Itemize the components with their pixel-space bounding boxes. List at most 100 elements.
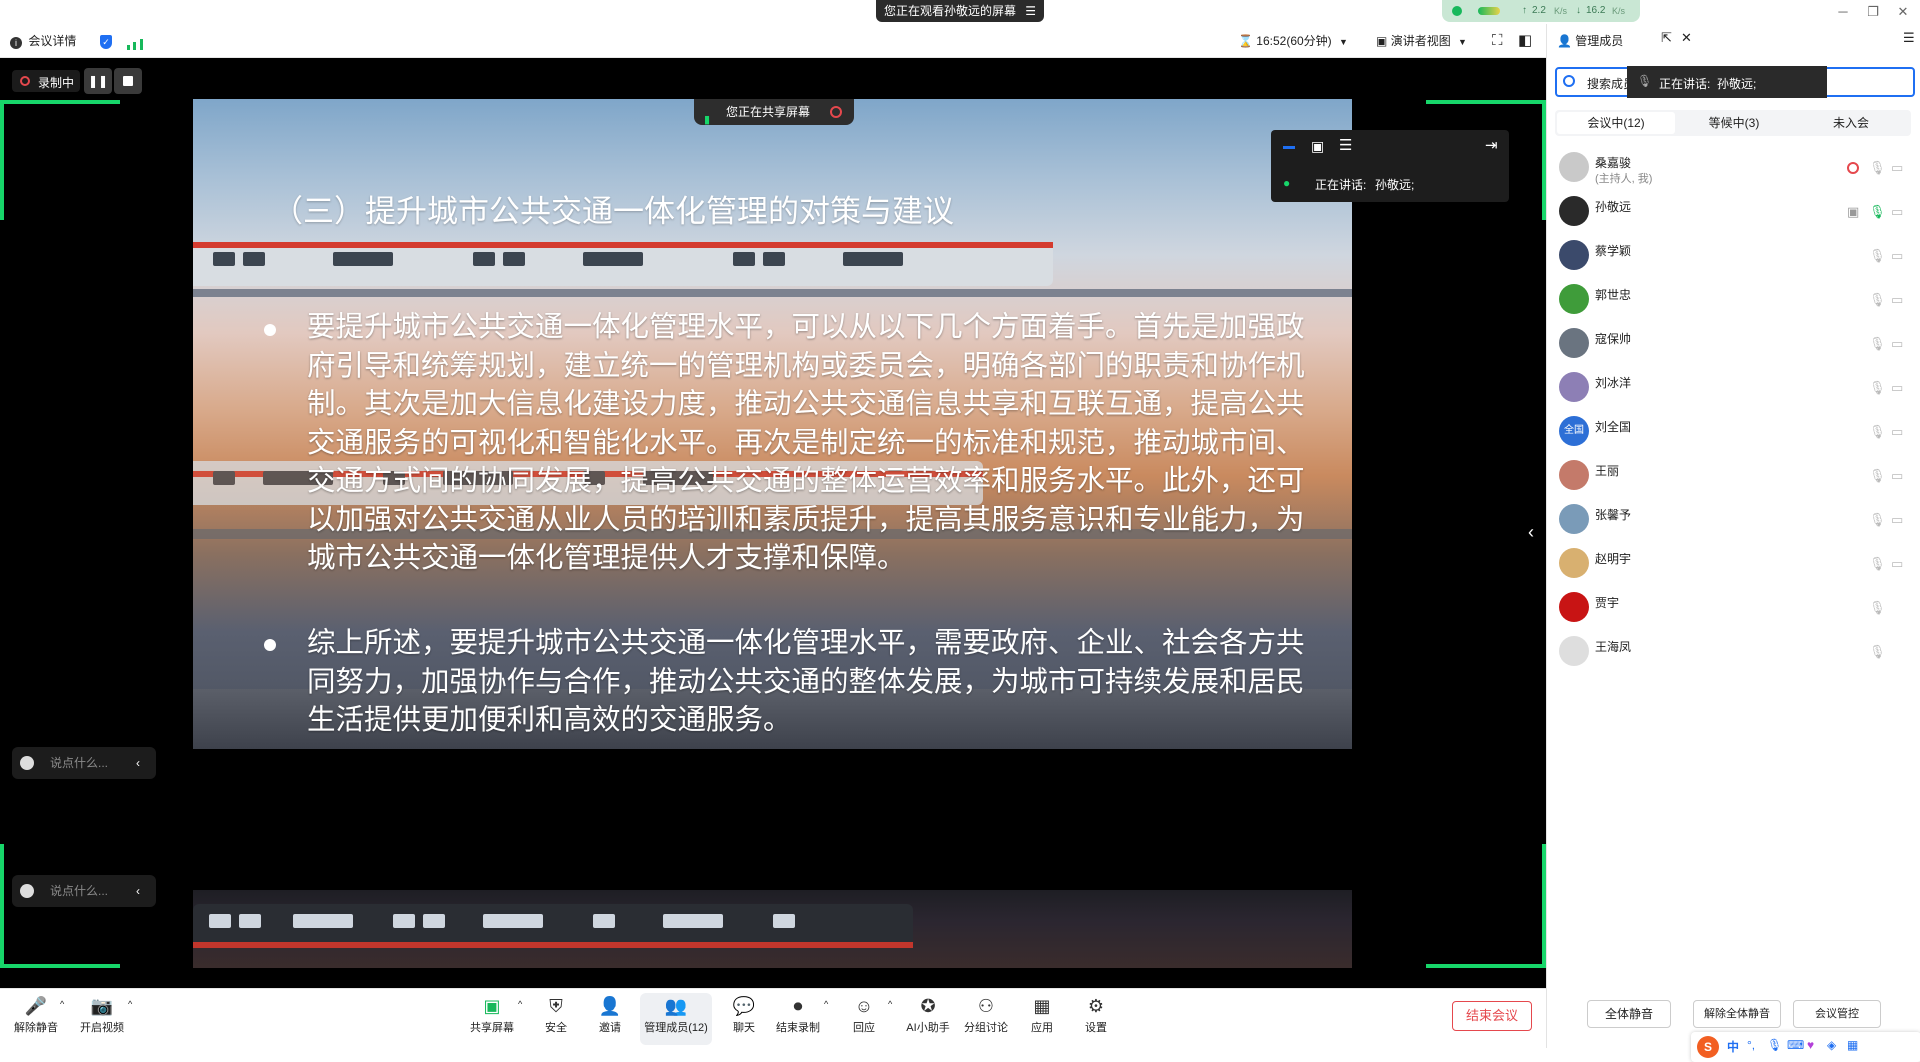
camera-off-icon[interactable]: ▭ <box>1891 249 1903 263</box>
mic-muted-icon[interactable]: 🎙 <box>1869 645 1886 659</box>
chat-button[interactable]: 💬 聊天 <box>716 993 772 1045</box>
screen-share-indicator[interactable]: ▮ 您正在共享屏幕 <box>694 99 854 126</box>
reactions-button[interactable]: ☺ 回应 <box>836 993 892 1045</box>
mic-off-icon: 🎤 <box>24 996 48 1016</box>
member-row[interactable]: 全国 刘全国 🎙 ▭ <box>1547 410 1920 454</box>
ime-toolbar[interactable]: S 中 °, 🎙 ⌨ ♥ ◈ ▦ <box>1691 1032 1920 1062</box>
signal-strength-icon[interactable] <box>127 32 143 50</box>
floating-speaker-window[interactable]: ▣ ☰ ⇥ ● 正在讲话: 孙敬远; <box>1271 130 1509 202</box>
camera-off-icon[interactable]: ▭ <box>1891 161 1903 175</box>
member-row[interactable]: 张馨予 🎙 ▭ <box>1547 498 1920 542</box>
tab-in-meeting[interactable]: 会议中(12) <box>1557 112 1675 134</box>
mic-muted-icon[interactable]: 🎙 <box>1869 249 1886 263</box>
stop-share-icon[interactable] <box>830 106 842 118</box>
minimize-icon[interactable] <box>1283 146 1295 149</box>
member-row[interactable]: 桑嘉骏 (主持人, 我) 🎙 ▭ <box>1547 146 1920 190</box>
member-row[interactable]: 孙敬远 🎙 ▭ ▣ <box>1547 190 1920 234</box>
mic-muted-icon[interactable]: 🎙 <box>1869 601 1886 615</box>
tab-waiting[interactable]: 等候中(3) <box>1675 112 1793 134</box>
ai-assistant-button[interactable]: ✪ AI小助手 <box>900 993 956 1045</box>
chevron-left-icon[interactable]: ‹ <box>1528 522 1534 543</box>
tab-not-joined[interactable]: 未入会 <box>1793 112 1909 134</box>
settings-button[interactable]: ⚙ 设置 <box>1068 993 1124 1045</box>
mic-muted-icon[interactable]: 🎙 <box>1869 205 1886 219</box>
chevron-left-icon[interactable]: ‹ <box>136 875 140 907</box>
member-row[interactable]: 王丽 🎙 ▭ <box>1547 454 1920 498</box>
breakout-button[interactable]: ⚇ 分组讨论 <box>958 993 1014 1045</box>
unmute-all-button[interactable]: 解除全体静音 <box>1693 1000 1781 1028</box>
reactions-label: 回应 <box>853 1022 875 1034</box>
chevron-up-icon[interactable]: ^ <box>888 999 892 1009</box>
meeting-info-button[interactable]: i 会议详情 <box>10 32 76 50</box>
menu-icon[interactable]: ☰ <box>1903 30 1915 46</box>
mic-muted-icon[interactable]: 🎙 <box>1869 293 1886 307</box>
end-recording-button[interactable]: ⏺ 结束录制 <box>770 993 826 1045</box>
mic-muted-icon[interactable]: 🎙 <box>1869 337 1886 351</box>
sidebar-toggle-icon[interactable]: ◧ <box>1518 32 1532 50</box>
stop-recording-button[interactable] <box>114 68 142 94</box>
unmute-button[interactable]: 🎤 解除静音 <box>8 993 64 1045</box>
meeting-timer[interactable]: ⌛ 16:52(60分钟) ▼ <box>1238 32 1348 50</box>
chat-input-bubble[interactable]: 说点什么... ‹ <box>12 875 156 907</box>
window-icon[interactable]: ▣ <box>1311 138 1324 155</box>
mute-all-button[interactable]: 全体静音 <box>1587 1000 1671 1028</box>
shield-icon[interactable]: ✓ <box>100 32 112 50</box>
camera-off-icon[interactable]: ▭ <box>1891 381 1903 395</box>
viewing-screen-notice[interactable]: 您正在观看孙敬远的屏幕 ☰ <box>876 0 1044 22</box>
pop-out-icon[interactable]: ⇱ <box>1661 30 1672 46</box>
reaction-icon: ☺ <box>854 996 874 1016</box>
end-meeting-button[interactable]: 结束会议 <box>1452 1001 1532 1031</box>
chevron-up-icon[interactable]: ^ <box>60 999 64 1009</box>
camera-off-icon[interactable]: ▭ <box>1891 557 1903 571</box>
chat-input-bubble[interactable]: 说点什么... ‹ <box>12 747 156 779</box>
member-row[interactable]: 刘冰洋 🎙 ▭ <box>1547 366 1920 410</box>
camera-off-icon[interactable]: ▭ <box>1891 469 1903 483</box>
manage-members-button[interactable]: 👥 管理成员(12) <box>640 993 712 1045</box>
minimize-button[interactable]: ─ <box>1828 0 1858 24</box>
mic-icon: ● <box>1283 176 1291 190</box>
chevron-up-icon[interactable]: ^ <box>824 999 828 1009</box>
chevron-up-icon[interactable]: ^ <box>128 999 132 1009</box>
camera-off-icon[interactable]: ▭ <box>1891 293 1903 307</box>
member-row[interactable]: 郭世忠 🎙 ▭ <box>1547 278 1920 322</box>
member-row[interactable]: 寇保帅 🎙 ▭ <box>1547 322 1920 366</box>
camera-off-icon[interactable]: ▭ <box>1891 513 1903 527</box>
bullet-icon <box>264 324 276 336</box>
mic-muted-icon[interactable]: 🎙 <box>1869 381 1886 395</box>
mic-muted-icon[interactable]: 🎙 <box>1869 557 1886 571</box>
chevron-down-icon: ▼ <box>1339 37 1348 47</box>
member-row[interactable]: 贾宇 🎙 <box>1547 586 1920 630</box>
mic-muted-icon[interactable]: 🎙 <box>1869 469 1886 483</box>
meeting-control-dropdown[interactable]: 会议管控 <box>1793 1000 1881 1028</box>
avatar <box>1559 504 1589 534</box>
ime-game-icon: ◈ <box>1827 1038 1837 1052</box>
chevron-left-icon[interactable]: ‹ <box>136 747 140 779</box>
mic-muted-icon[interactable]: 🎙 <box>1869 513 1886 527</box>
invite-button[interactable]: 👤 邀请 <box>582 993 638 1045</box>
close-window-button[interactable]: ✕ <box>1888 0 1918 24</box>
camera-off-icon[interactable]: ▭ <box>1891 205 1903 219</box>
view-mode-dropdown[interactable]: ▣ 演讲者视图 ▼ <box>1376 32 1467 50</box>
fullscreen-icon[interactable]: ⛶ <box>1492 32 1503 50</box>
share-screen-button[interactable]: ▣ 共享屏幕 <box>464 993 520 1045</box>
breakout-label: 分组讨论 <box>964 1022 1008 1034</box>
close-icon[interactable]: ✕ <box>1681 30 1692 46</box>
member-row[interactable]: 王海凤 🎙 <box>1547 630 1920 674</box>
pause-recording-button[interactable]: ❚❚ <box>84 68 112 94</box>
members-icon: 👥 <box>664 996 688 1016</box>
security-button[interactable]: ⛨ 安全 <box>528 993 584 1045</box>
recording-status[interactable]: 录制中 <box>12 70 80 92</box>
start-video-button[interactable]: 📷 开启视频 <box>74 993 130 1045</box>
camera-off-icon[interactable]: ▭ <box>1891 337 1903 351</box>
member-row[interactable]: 赵明宇 🎙 ▭ <box>1547 542 1920 586</box>
camera-off-icon[interactable]: ▭ <box>1891 425 1903 439</box>
apps-button[interactable]: ▦ 应用 <box>1014 993 1070 1045</box>
avatar <box>1559 284 1589 314</box>
mic-muted-icon[interactable]: 🎙 <box>1869 425 1886 439</box>
member-row[interactable]: 蔡学颖 🎙 ▭ <box>1547 234 1920 278</box>
list-icon[interactable]: ☰ <box>1339 136 1352 154</box>
mic-muted-icon[interactable]: 🎙 <box>1869 161 1886 175</box>
chevron-up-icon[interactable]: ^ <box>518 999 522 1009</box>
collapse-icon[interactable]: ⇥ <box>1485 136 1498 154</box>
restore-button[interactable]: ❐ <box>1858 0 1888 24</box>
